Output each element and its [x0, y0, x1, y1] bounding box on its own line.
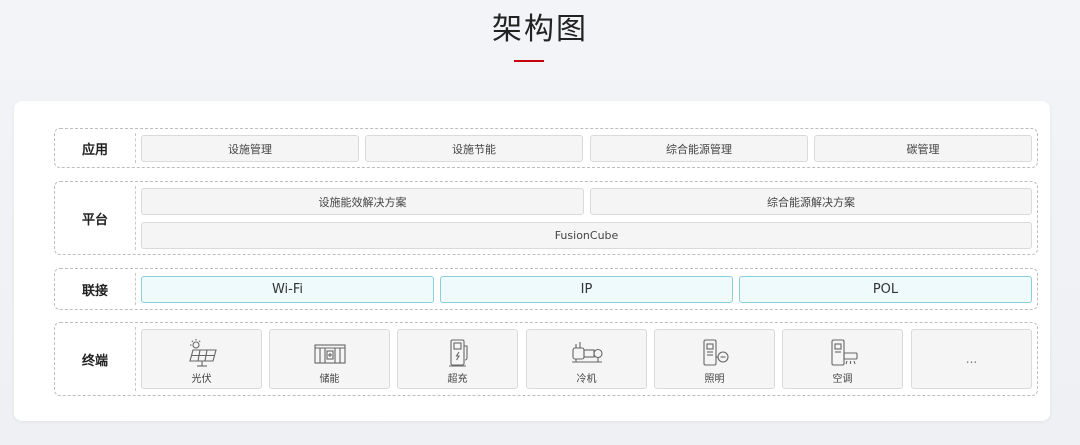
- layer-connectivity: 联接 Wi-Fi IP POL: [54, 268, 1038, 310]
- solar-panel-icon: [188, 339, 217, 367]
- app-facility-management[interactable]: 设施管理: [141, 135, 359, 162]
- terminal-air-conditioner[interactable]: 空调: [782, 329, 903, 389]
- terminal-label: 超充: [447, 374, 468, 385]
- page-title: 架构图: [492, 12, 588, 47]
- layer-divider: [135, 273, 136, 305]
- terminal-label: 储能: [319, 374, 340, 385]
- terminal-more[interactable]: ...: [911, 329, 1032, 389]
- connect-ip[interactable]: IP: [440, 276, 733, 303]
- lighting-icon: [702, 339, 729, 366]
- terminal-solar[interactable]: 光伏: [141, 329, 262, 389]
- platform-facility-efficiency-solution[interactable]: 设施能效解决方案: [141, 188, 584, 215]
- app-facility-energy-saving[interactable]: 设施节能: [365, 135, 583, 162]
- layer-label-application: 应用: [81, 142, 108, 158]
- terminal-label: 照明: [704, 374, 725, 385]
- layer-application: 应用 设施管理 设施节能 综合能源管理 碳管理: [54, 128, 1038, 168]
- terminal-label: 冷机: [576, 374, 597, 385]
- layer-label-terminal: 终端: [81, 353, 108, 369]
- air-conditioner-icon: [830, 339, 858, 366]
- architecture-card: 应用 设施管理 设施节能 综合能源管理 碳管理 平台 设施能效解决方案 综合能源…: [14, 101, 1050, 421]
- layer-divider: [135, 186, 136, 250]
- terminal-label: 空调: [832, 374, 853, 385]
- layer-platform: 平台 设施能效解决方案 综合能源解决方案 FusionCube: [54, 181, 1038, 255]
- terminal-label: 光伏: [191, 374, 212, 385]
- terminal-lighting[interactable]: 照明: [654, 329, 775, 389]
- app-integrated-energy-management[interactable]: 综合能源管理: [590, 135, 808, 162]
- energy-storage-icon: [313, 344, 346, 364]
- layer-label-platform: 平台: [81, 212, 108, 228]
- layer-divider: [135, 133, 136, 163]
- ev-charger-icon: [448, 339, 468, 367]
- terminal-supercharger[interactable]: 超充: [397, 329, 518, 389]
- connect-pol[interactable]: POL: [739, 276, 1032, 303]
- platform-integrated-energy-solution[interactable]: 综合能源解决方案: [590, 188, 1032, 215]
- layer-label-connectivity: 联接: [81, 283, 108, 299]
- platform-fusioncube[interactable]: FusionCube: [141, 222, 1032, 249]
- chiller-icon: [571, 342, 603, 363]
- app-carbon-management[interactable]: 碳管理: [814, 135, 1032, 162]
- title-underline: [514, 60, 544, 62]
- connect-wifi[interactable]: Wi-Fi: [141, 276, 434, 303]
- terminal-energy-storage[interactable]: 储能: [269, 329, 390, 389]
- layer-terminal: 终端 光伏 储能 超充 冷机 照明 空调 ...: [54, 322, 1038, 396]
- terminal-chiller[interactable]: 冷机: [526, 329, 647, 389]
- layer-divider: [135, 327, 136, 391]
